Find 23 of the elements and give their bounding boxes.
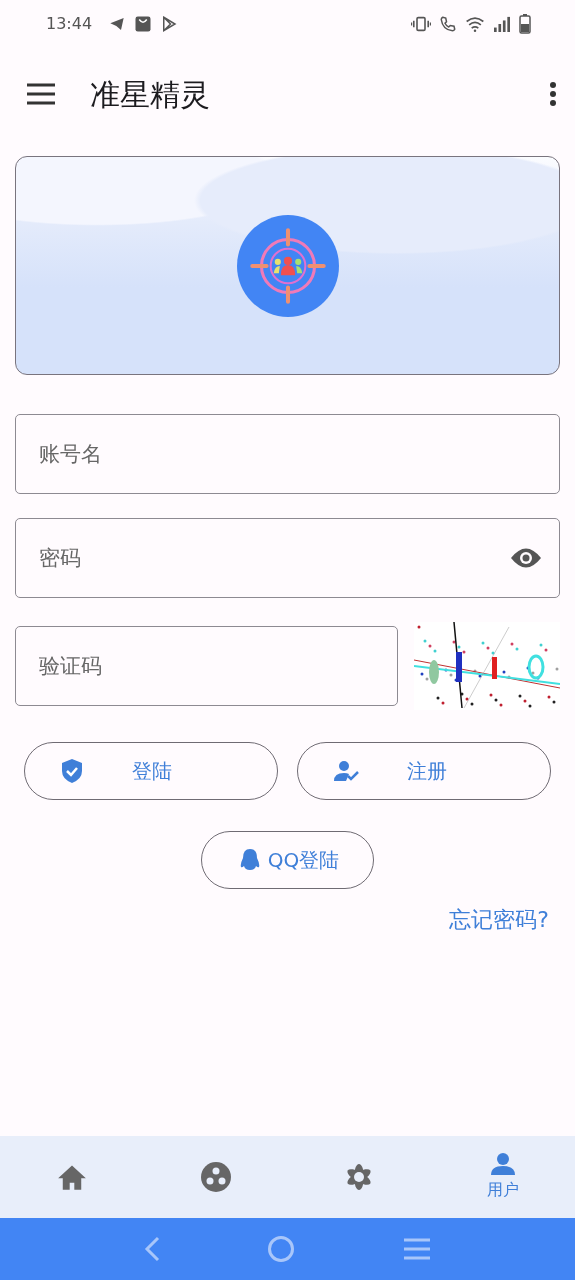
captcha-field[interactable]: 验证码 [15,626,398,706]
person-icon[interactable] [490,1152,517,1176]
wifi-icon [465,16,485,32]
nav-item[interactable]: 用户 [431,1136,575,1218]
battery-icon [519,14,531,34]
user-check-icon [334,760,360,782]
three-dots-circle-icon[interactable] [200,1162,231,1192]
phone-icon [439,15,457,33]
shield-check-icon [61,758,83,784]
menu-icon[interactable] [26,82,56,106]
app-logo-icon [236,214,339,317]
penguin-icon [239,848,260,872]
password-field[interactable]: 密码 [15,518,560,598]
username-field[interactable]: 账号名 [15,414,560,494]
more-options-icon[interactable] [549,81,557,107]
app-title: 准星精灵 [90,75,210,114]
vibrate-icon [411,16,431,32]
eye-icon[interactable] [510,547,542,569]
home-icon[interactable] [56,1163,87,1191]
status-time: 13:44 [46,13,93,35]
forgot-password-link[interactable]: 忘记密码? [449,903,549,936]
shopping-bag-icon [134,15,153,33]
signal-icon [493,16,511,32]
